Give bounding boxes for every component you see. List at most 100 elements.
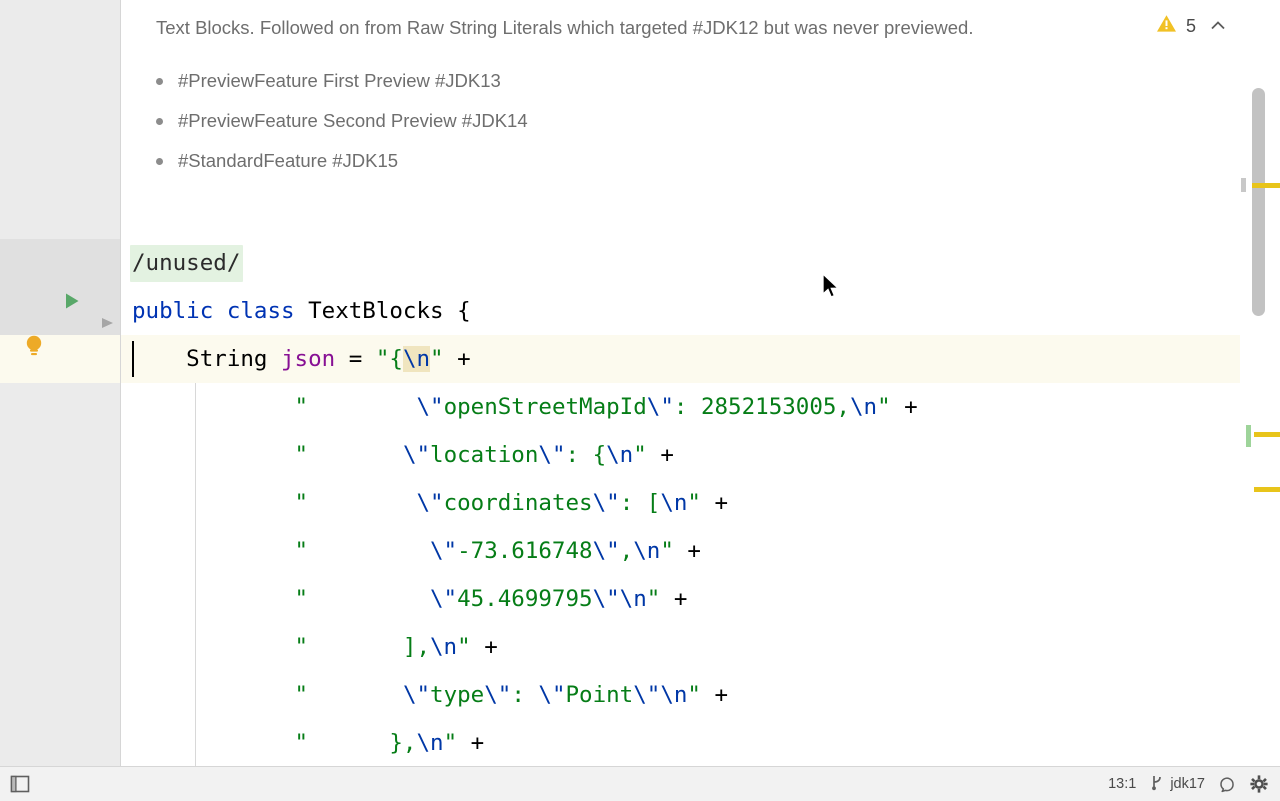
code-token: String [132, 346, 282, 372]
code-token: \n [416, 730, 444, 756]
code-line[interactable]: " ],\n" + [121, 623, 1280, 671]
code-token: \" [538, 442, 566, 468]
chevron-up-icon[interactable] [1205, 13, 1231, 39]
code-line[interactable]: String json = "{\n" + [121, 335, 1280, 383]
code-token: openStreetMapId [443, 394, 647, 420]
code-token: : [ [619, 490, 661, 516]
code-token: \" [402, 442, 431, 468]
code-token: \" [592, 586, 620, 612]
code-token: "{ [375, 346, 403, 372]
code-token: " [430, 346, 444, 372]
vcs-branch-icon [1150, 774, 1165, 795]
code-token: \" [430, 538, 458, 564]
changed-lines-marker[interactable] [1246, 425, 1251, 447]
code-token: + [646, 442, 674, 468]
list-item: #PreviewFeature Second Preview #JDK14 [156, 104, 1146, 138]
list-item-label: #StandardFeature #JDK15 [178, 150, 399, 171]
code-token: \n [660, 682, 688, 708]
warning-marker[interactable] [1254, 487, 1280, 492]
status-bar: 13:1 jdk17 [0, 766, 1280, 801]
editor-gutter[interactable] [0, 0, 120, 766]
tool-window-layout-icon[interactable] [9, 773, 31, 800]
code-token: \" [484, 682, 512, 708]
bullet-icon [156, 158, 163, 165]
code-token: 45.4699795 [457, 586, 593, 612]
caret-position-label: 13:1 [1108, 776, 1137, 792]
code-token: + [673, 538, 701, 564]
code-token: \n [430, 634, 458, 660]
code-token: public class [132, 298, 309, 324]
code-token: json [281, 346, 336, 372]
code-token: /unused/ [132, 250, 241, 276]
documentation-content: Text Blocks. Followed on from Raw String… [156, 14, 1146, 184]
code-token: + [660, 586, 688, 612]
info-marker[interactable] [1241, 178, 1246, 192]
code-token: = [335, 346, 376, 372]
code-token: \" [646, 394, 674, 420]
code-token: " [457, 634, 471, 660]
code-token: \" [416, 394, 444, 420]
code-line[interactable]: " \"openStreetMapId\": 2852153005,\n" + [121, 383, 1280, 431]
code-token: \n [633, 538, 661, 564]
code-editor-area[interactable]: /unused/public class TextBlocks { String… [121, 215, 1280, 766]
text-caret [132, 341, 134, 377]
code-token: " [687, 490, 701, 516]
code-line[interactable]: " \"45.4699795\"\n" + [121, 575, 1280, 623]
code-line[interactable]: /unused/ [121, 239, 1280, 287]
code-token: " [132, 586, 431, 612]
code-token: \" [592, 538, 620, 564]
code-token: coordinates [443, 490, 593, 516]
intention-bulb-icon[interactable] [23, 334, 45, 363]
code-fold-triangle-icon[interactable] [100, 315, 116, 336]
warning-marker[interactable] [1254, 432, 1280, 437]
vcs-branch-widget[interactable]: jdk17 [1150, 774, 1205, 795]
code-token: \" [633, 682, 661, 708]
code-line[interactable]: " \"location\": {\n" + [121, 431, 1280, 479]
code-line[interactable]: " \"coordinates\": [\n" + [121, 479, 1280, 527]
editor-scrollbar-thumb[interactable] [1252, 88, 1265, 316]
code-token: TextBlocks { [308, 298, 471, 324]
code-line[interactable]: " \"type\": \"Point\"\n" + [121, 671, 1280, 719]
code-token: " [660, 538, 674, 564]
caret-position-widget[interactable]: 13:1 [1108, 776, 1136, 792]
selected-escape-token: \n [402, 346, 431, 372]
code-token: " }, [132, 730, 417, 756]
gear-icon[interactable] [1250, 775, 1268, 793]
code-line[interactable]: " },\n" + [121, 719, 1280, 766]
run-gutter-icon[interactable] [62, 291, 82, 316]
gutter-row-background [0, 239, 120, 287]
code-token: \n [619, 586, 647, 612]
code-token: : [511, 682, 539, 708]
code-token: \" [538, 682, 566, 708]
code-token: \" [416, 490, 444, 516]
gutter-current-line [0, 335, 120, 383]
documentation-bullet-list: #PreviewFeature First Preview #JDK13 #Pr… [156, 64, 1146, 178]
code-token: " [132, 490, 417, 516]
list-item-label: #PreviewFeature First Preview #JDK13 [178, 70, 501, 91]
warning-marker[interactable] [1252, 183, 1280, 188]
code-token: \" [592, 490, 620, 516]
code-token: Point [565, 682, 634, 708]
code-line[interactable]: " \"-73.616748\",\n" + [121, 527, 1280, 575]
code-token: : { [565, 442, 607, 468]
code-token: " [443, 730, 458, 756]
warning-triangle-icon [1156, 14, 1177, 38]
code-token: " [132, 442, 403, 468]
code-token: " [132, 682, 403, 708]
code-token: -73.616748 [457, 538, 593, 564]
code-token: " [132, 538, 431, 564]
code-token: location [430, 442, 539, 468]
bullet-icon [156, 118, 163, 125]
code-line[interactable]: public class TextBlocks { [121, 287, 1280, 335]
list-item: #PreviewFeature First Preview #JDK13 [156, 64, 1146, 98]
code-token: " [646, 586, 661, 612]
code-token: " [877, 394, 891, 420]
code-token: \" [402, 682, 431, 708]
code-token: \" [430, 586, 458, 612]
code-token: " [687, 682, 701, 708]
bullet-icon [156, 78, 163, 85]
code-token: + [700, 490, 729, 516]
idea-editor-window: Text Blocks. Followed on from Raw String… [0, 0, 1280, 801]
notification-bubble-icon[interactable] [1219, 776, 1236, 793]
code-token: + [700, 682, 729, 708]
